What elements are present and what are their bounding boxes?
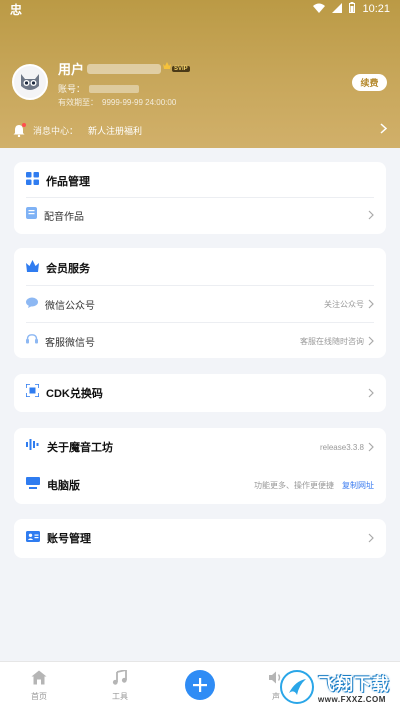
chat-bubble-icon [26, 295, 38, 313]
account-row: 账号： [58, 82, 140, 95]
nav-sound-label: 声 [272, 692, 280, 701]
avatar[interactable] [12, 64, 48, 100]
dubbing-works-item[interactable]: 配音作品 [26, 206, 374, 224]
chevron-right-icon [380, 123, 388, 136]
nav-tools[interactable]: 工具 [100, 668, 140, 702]
wechat-official-item[interactable]: 微信公众号 关注公众号 [26, 295, 374, 313]
cdk-row[interactable]: CDK兑换码 [25, 383, 374, 402]
version-text: release3.3.8 [319, 442, 364, 452]
about-item[interactable]: 关于魔音工坊 release3.3.8 [26, 438, 374, 456]
battery-icon [349, 2, 356, 16]
scan-frame-icon [25, 383, 40, 402]
expiry-value: 9999-99-99 24:00:00 [102, 98, 177, 107]
works-header: 作品管理 [26, 172, 374, 190]
nav-tools-label: 工具 [112, 692, 128, 701]
app-notification-icon: 忠 [10, 2, 23, 17]
dubbing-works-label: 配音作品 [44, 211, 84, 223]
customer-service-item[interactable]: 客服微信号 客服在线随时咨询 [26, 332, 374, 350]
renew-button[interactable]: 续费 [352, 74, 387, 91]
username-prefix: 用户 [58, 62, 85, 77]
chevron-right-icon [368, 388, 374, 398]
crown-icon [26, 259, 39, 277]
create-button[interactable] [185, 670, 215, 700]
clock-time: 10:21 [362, 3, 390, 15]
member-card: 会员服务 微信公众号 关注公众号 客服微信号 客服在线随时咨询 [14, 248, 386, 358]
username-row: 用户 SVIP [58, 59, 190, 78]
expiry-row: 有效期至： 9999-99-99 24:00:00 [58, 97, 176, 108]
bell-icon [13, 122, 26, 137]
cdk-title: CDK兑换码 [46, 388, 103, 400]
watermark-logo-icon [280, 670, 314, 704]
vip-badge: SVIP [172, 65, 190, 72]
account-card[interactable]: 账号管理 [14, 519, 386, 558]
wechat-official-label: 微信公众号 [45, 300, 95, 312]
message-center-row[interactable]: 消息中心： 新人注册福利 [13, 122, 388, 138]
status-bar: 忠 10:21 [0, 0, 400, 18]
account-value-blurred [89, 84, 140, 93]
chevron-right-icon [368, 442, 374, 452]
about-card: 关于魔音工坊 release3.3.8 电脑版 功能更多、操作更便捷 复制网址 [14, 428, 386, 504]
watermark: 飞翔下载 www.FXXZ.COM [280, 667, 394, 707]
chevron-right-icon [368, 299, 374, 309]
robot-avatar-icon [21, 74, 39, 90]
headset-icon [26, 332, 38, 350]
customer-service-hint: 客服在线随时咨询 [300, 336, 364, 346]
divider [26, 197, 374, 198]
about-title: 关于魔音工坊 [47, 442, 113, 454]
message-center-label: 消息中心： [33, 125, 79, 136]
wifi-icon [313, 3, 326, 16]
monitor-icon [26, 476, 40, 494]
watermark-title: 飞翔下载 [318, 675, 390, 694]
wechat-official-hint: 关注公众号 [324, 299, 364, 309]
music-note-icon [112, 668, 128, 687]
member-header: 会员服务 [26, 259, 374, 277]
home-icon [31, 670, 47, 687]
signal-icon [332, 2, 343, 16]
account-management-title: 账号管理 [47, 533, 91, 545]
copy-url-link[interactable]: 复制网址 [342, 480, 374, 491]
username-blurred [87, 63, 162, 74]
grid-icon [26, 172, 39, 190]
plus-icon [193, 678, 207, 692]
nav-home[interactable]: 首页 [19, 670, 59, 702]
message-center-text: 新人注册福利 [88, 125, 143, 136]
chevron-right-icon [368, 533, 374, 543]
pc-version-hint: 功能更多、操作更便捷 [254, 480, 334, 490]
works-title: 作品管理 [46, 176, 90, 188]
chevron-right-icon [368, 210, 374, 220]
member-title: 会员服务 [46, 263, 90, 275]
chevron-right-icon [368, 336, 374, 346]
works-card: 作品管理 配音作品 [14, 162, 386, 234]
crown-icon [163, 62, 172, 69]
expiry-label: 有效期至： [58, 98, 98, 107]
divider [26, 322, 374, 323]
customer-service-label: 客服微信号 [45, 337, 95, 349]
watermark-url: www.FXXZ.COM [318, 695, 386, 704]
account-management-row[interactable]: 账号管理 [26, 529, 374, 547]
sound-wave-icon [26, 438, 40, 456]
divider [26, 285, 374, 286]
pc-version-title: 电脑版 [47, 480, 80, 492]
document-icon [26, 206, 37, 224]
nav-home-label: 首页 [31, 692, 47, 701]
account-label: 账号： [58, 84, 86, 94]
id-card-icon [26, 529, 40, 547]
cdk-card[interactable]: CDK兑换码 [14, 374, 386, 412]
pc-version-item: 电脑版 功能更多、操作更便捷 复制网址 [26, 476, 374, 494]
unread-dot [22, 122, 26, 127]
